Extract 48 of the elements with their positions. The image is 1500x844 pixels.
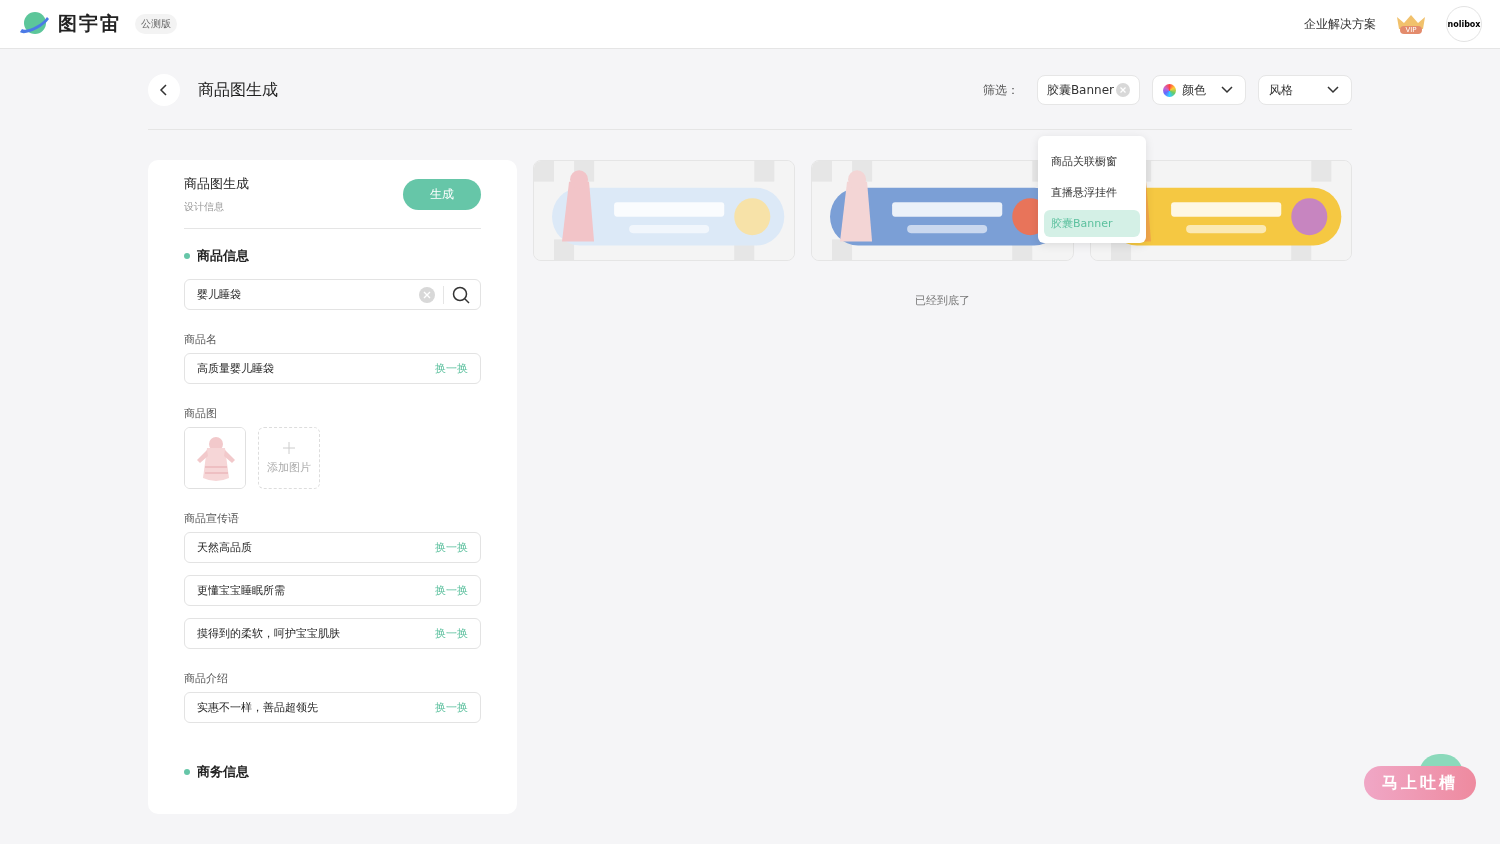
text-field[interactable]: 天然高品质 换一换 <box>184 532 481 563</box>
page-title: 商品图生成 <box>198 79 278 101</box>
panel-subtitle: 设计信息 <box>184 199 225 214</box>
enterprise-link[interactable]: 企业解决方案 <box>1304 15 1376 33</box>
clear-icon[interactable] <box>419 286 435 303</box>
menu-item[interactable]: 直播悬浮挂件 <box>1044 179 1140 206</box>
avatar[interactable]: nolibox <box>1446 6 1482 42</box>
text-field[interactable]: 实惠不一样，善品超领先 换一换 <box>184 692 481 723</box>
planet-logo-icon <box>18 11 52 37</box>
color-wheel-icon <box>1163 83 1176 97</box>
filter-dropdown[interactable]: 颜色 <box>1152 75 1246 105</box>
menu-item[interactable]: 商品关联橱窗 <box>1044 148 1140 175</box>
beta-badge: 公测版 <box>135 14 177 34</box>
add-image-label: 添加图片 <box>267 459 311 475</box>
text-field[interactable]: 高质量婴儿睡袋 换一换 <box>184 353 481 384</box>
search-icon[interactable] <box>452 285 470 304</box>
text-input[interactable]: 摸得到的柔软，呵护宝宝肌肤 <box>197 627 435 640</box>
bullet-icon <box>184 769 190 775</box>
logo-text: 图宇宙 <box>58 11 121 36</box>
text-input[interactable]: 高质量婴儿睡袋 <box>197 362 435 375</box>
panel-title: 商品图生成 <box>184 174 249 193</box>
dropdown-label: 颜色 <box>1182 81 1207 99</box>
filter-chip[interactable]: 胶囊Banner <box>1036 75 1140 105</box>
search-field[interactable]: 婴儿睡袋 <box>184 279 481 310</box>
chip-label: 胶囊Banner <box>1046 81 1114 99</box>
end-of-list-text: 已经到底了 <box>914 293 971 308</box>
text-input[interactable]: 天然高品质 <box>197 541 435 554</box>
chevron-left-icon <box>158 84 170 96</box>
section-heading: 商品信息 <box>197 247 249 265</box>
plus-icon <box>283 441 295 454</box>
text-field[interactable]: 摸得到的柔软，呵护宝宝肌肤 换一换 <box>184 618 481 649</box>
filter-dropdown[interactable]: 风格 <box>1258 75 1352 105</box>
chevron-down-icon <box>1327 86 1339 94</box>
clear-icon[interactable] <box>1116 83 1130 97</box>
bullet-icon <box>184 253 190 259</box>
section-heading: 商务信息 <box>197 763 249 781</box>
field-label: 商品宣传语 <box>184 511 240 526</box>
text-field[interactable]: 更懂宝宝睡眠所需 换一换 <box>184 575 481 606</box>
text-input[interactable]: 实惠不一样，善品超领先 <box>197 701 435 714</box>
field-label: 商品介绍 <box>184 671 229 686</box>
field-label: 商品图 <box>184 406 218 421</box>
back-button[interactable] <box>148 74 180 106</box>
search-input[interactable]: 婴儿睡袋 <box>197 288 411 301</box>
chevron-down-icon <box>1221 86 1233 94</box>
filter-label: 筛选： <box>982 81 1019 99</box>
field-label: 商品名 <box>184 332 218 347</box>
dropdown-label: 风格 <box>1269 81 1294 99</box>
text-input[interactable]: 更懂宝宝睡眠所需 <box>197 584 435 597</box>
